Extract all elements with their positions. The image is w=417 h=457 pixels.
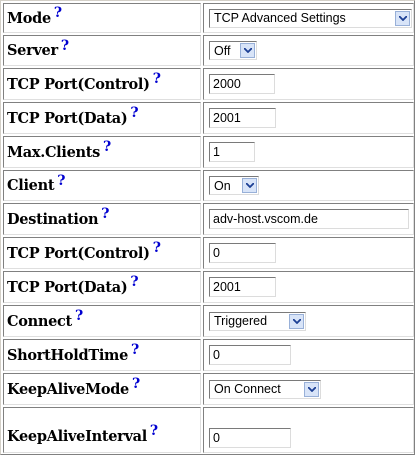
- row-keep-alive-mode: KeepAliveMode ? On Connect: [3, 373, 414, 405]
- help-icon[interactable]: ?: [132, 376, 140, 392]
- help-icon[interactable]: ?: [130, 105, 138, 121]
- help-icon[interactable]: ?: [131, 342, 139, 358]
- client-tcp-port-control-input[interactable]: 0: [209, 243, 276, 263]
- value-cell: TCP Advanced Settings: [203, 3, 414, 33]
- client-tcp-port-data-input[interactable]: 2001: [209, 277, 276, 297]
- label-cell: ShortHoldTime ?: [3, 339, 201, 371]
- label-cell: KeepAliveInterval ?: [3, 407, 201, 453]
- connect-label: Connect: [7, 312, 72, 330]
- chevron-down-icon[interactable]: [289, 313, 304, 329]
- label-cell: TCP Port(Control) ?: [3, 237, 201, 269]
- max-clients-input[interactable]: 1: [209, 142, 255, 162]
- destination-input[interactable]: adv-host.vscom.de: [209, 209, 409, 229]
- value-cell: 2001: [203, 102, 414, 134]
- label-cell: TCP Port(Control) ?: [3, 68, 201, 100]
- row-mode: Mode ? TCP Advanced Settings: [3, 3, 414, 33]
- help-icon[interactable]: ?: [153, 71, 161, 87]
- chevron-down-icon[interactable]: [395, 10, 410, 26]
- row-tcp-port-data: TCP Port(Data) ? 2001: [3, 102, 414, 134]
- row-max-clients: Max.Clients ? 1: [3, 136, 414, 168]
- label-cell: Client ?: [3, 170, 201, 201]
- value-cell: 0: [203, 237, 414, 269]
- help-icon[interactable]: ?: [153, 240, 161, 256]
- value-cell: On: [203, 170, 414, 201]
- help-icon[interactable]: ?: [57, 173, 65, 189]
- tcp-port-data-label: TCP Port(Data): [7, 109, 128, 127]
- keep-alive-interval-label: KeepAliveInterval: [7, 428, 147, 445]
- help-icon[interactable]: ?: [75, 308, 83, 324]
- tcp-port-control-label: TCP Port(Control): [7, 75, 150, 93]
- max-clients-label: Max.Clients: [7, 143, 101, 161]
- settings-table: Mode ? TCP Advanced Settings Server ? Of…: [0, 0, 415, 455]
- tcp-port-control-input[interactable]: 2000: [209, 74, 275, 94]
- connect-select-value: Triggered: [214, 314, 268, 328]
- server-select-value: Off: [214, 43, 231, 58]
- label-cell: Mode ?: [3, 3, 201, 33]
- help-icon[interactable]: ?: [150, 423, 158, 439]
- chevron-down-icon[interactable]: [304, 381, 319, 397]
- client-select[interactable]: On: [209, 176, 259, 195]
- keep-alive-interval-input[interactable]: 0: [209, 428, 291, 448]
- keep-alive-mode-label: KeepAliveMode: [7, 380, 129, 398]
- help-icon[interactable]: ?: [61, 38, 69, 54]
- help-icon[interactable]: ?: [54, 5, 62, 21]
- row-short-hold-time: ShortHoldTime ? 0: [3, 339, 414, 371]
- row-client-tcp-port-data: TCP Port(Data) ? 2001: [3, 271, 414, 303]
- label-cell: KeepAliveMode ?: [3, 373, 201, 405]
- mode-select[interactable]: TCP Advanced Settings: [209, 8, 412, 28]
- tcp-port-data-label: TCP Port(Data): [7, 278, 128, 296]
- value-cell: adv-host.vscom.de: [203, 203, 414, 235]
- label-cell: TCP Port(Data) ?: [3, 102, 201, 134]
- short-hold-time-input[interactable]: 0: [209, 345, 291, 365]
- help-icon[interactable]: ?: [103, 139, 111, 155]
- connect-select[interactable]: Triggered: [209, 311, 306, 331]
- value-cell: Off: [203, 35, 414, 66]
- help-icon[interactable]: ?: [130, 274, 138, 290]
- row-destination: Destination ? adv-host.vscom.de: [3, 203, 414, 235]
- chevron-down-icon[interactable]: [240, 43, 255, 58]
- row-server: Server ? Off: [3, 35, 414, 66]
- destination-label: Destination: [7, 210, 99, 228]
- value-cell: Triggered: [203, 305, 414, 337]
- row-client: Client ? On: [3, 170, 414, 201]
- value-cell: On Connect: [203, 373, 414, 405]
- tcp-port-control-label: TCP Port(Control): [7, 244, 150, 262]
- row-client-tcp-port-control: TCP Port(Control) ? 0: [3, 237, 414, 269]
- help-icon[interactable]: ?: [101, 206, 109, 222]
- label-cell: Server ?: [3, 35, 201, 66]
- short-hold-time-label: ShortHoldTime: [7, 346, 129, 364]
- label-cell: Connect ?: [3, 305, 201, 337]
- server-select[interactable]: Off: [209, 41, 257, 60]
- label-cell: Max.Clients ?: [3, 136, 201, 168]
- mode-label: Mode: [7, 9, 51, 27]
- server-label: Server: [7, 42, 58, 59]
- client-select-value: On: [214, 178, 231, 193]
- label-cell: TCP Port(Data) ?: [3, 271, 201, 303]
- keep-alive-mode-select[interactable]: On Connect: [209, 379, 321, 399]
- label-cell: Destination ?: [3, 203, 201, 235]
- row-keep-alive-interval: KeepAliveInterval ? 0: [3, 407, 414, 453]
- tcp-port-data-input[interactable]: 2001: [209, 108, 276, 128]
- value-cell: 2001: [203, 271, 414, 303]
- chevron-down-icon[interactable]: [242, 178, 257, 193]
- value-cell: 0: [203, 339, 414, 371]
- value-cell: 2000: [203, 68, 414, 100]
- mode-select-value: TCP Advanced Settings: [214, 11, 346, 25]
- keep-alive-mode-select-value: On Connect: [214, 382, 281, 396]
- row-tcp-port-control: TCP Port(Control) ? 2000: [3, 68, 414, 100]
- row-connect: Connect ? Triggered: [3, 305, 414, 337]
- value-cell: 1: [203, 136, 414, 168]
- client-label: Client: [7, 177, 55, 194]
- value-cell: 0: [203, 407, 414, 453]
